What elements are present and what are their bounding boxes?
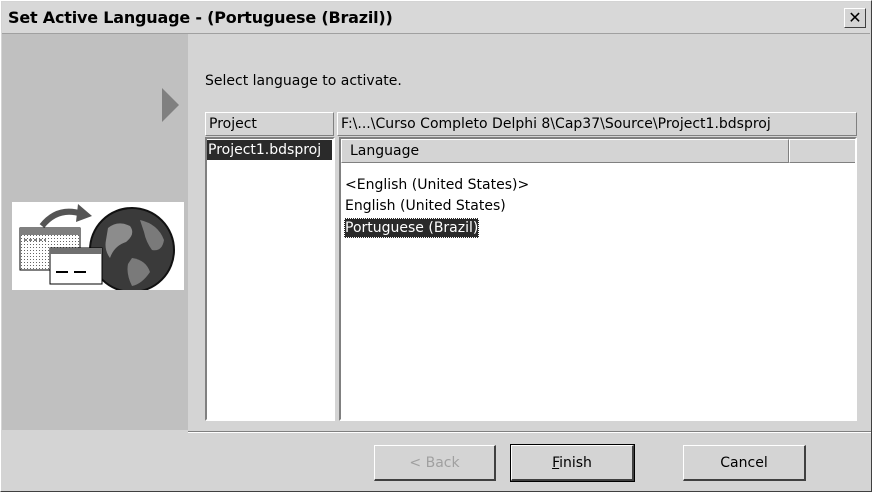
project-list[interactable]: Project1.bdsproj [205, 137, 335, 421]
close-button[interactable]: ✕ [844, 8, 866, 28]
project-column-header[interactable]: Project [205, 112, 334, 136]
instruction-text: Select language to activate. [205, 73, 402, 89]
back-button-label: < Back [409, 454, 460, 471]
back-button[interactable]: < Back [374, 445, 496, 481]
finish-button-label: Finish [552, 454, 592, 471]
cancel-button-label: Cancel [720, 454, 768, 471]
language-list[interactable]: Language <English (United States)> Engli… [339, 137, 857, 421]
project-path-header: F:\...\Curso Completo Delphi 8\Cap37\Sou… [337, 112, 857, 136]
dialog-window: Set Active Language - (Portuguese (Brazi… [0, 0, 872, 492]
title-bar[interactable]: Set Active Language - (Portuguese (Brazi… [2, 2, 870, 34]
list-item-language-selected[interactable]: Portuguese (Brazil) [344, 218, 480, 238]
window-title: Set Active Language - (Portuguese (Brazi… [8, 8, 393, 27]
separator [188, 432, 871, 433]
list-item-language[interactable]: <English (United States)> [344, 175, 530, 195]
close-icon: ✕ [848, 8, 862, 27]
cancel-button[interactable]: Cancel [683, 445, 806, 481]
globe-windows-icon [12, 202, 184, 293]
finish-button[interactable]: Finish [510, 444, 635, 482]
list-item-project[interactable]: Project1.bdsproj [207, 140, 332, 160]
triangle-right-icon [162, 88, 179, 122]
language-column-header[interactable]: Language [341, 139, 789, 163]
wizard-side-panel [2, 34, 188, 430]
list-item-language[interactable]: English (United States) [344, 196, 507, 216]
extra-column-header[interactable] [789, 139, 855, 163]
